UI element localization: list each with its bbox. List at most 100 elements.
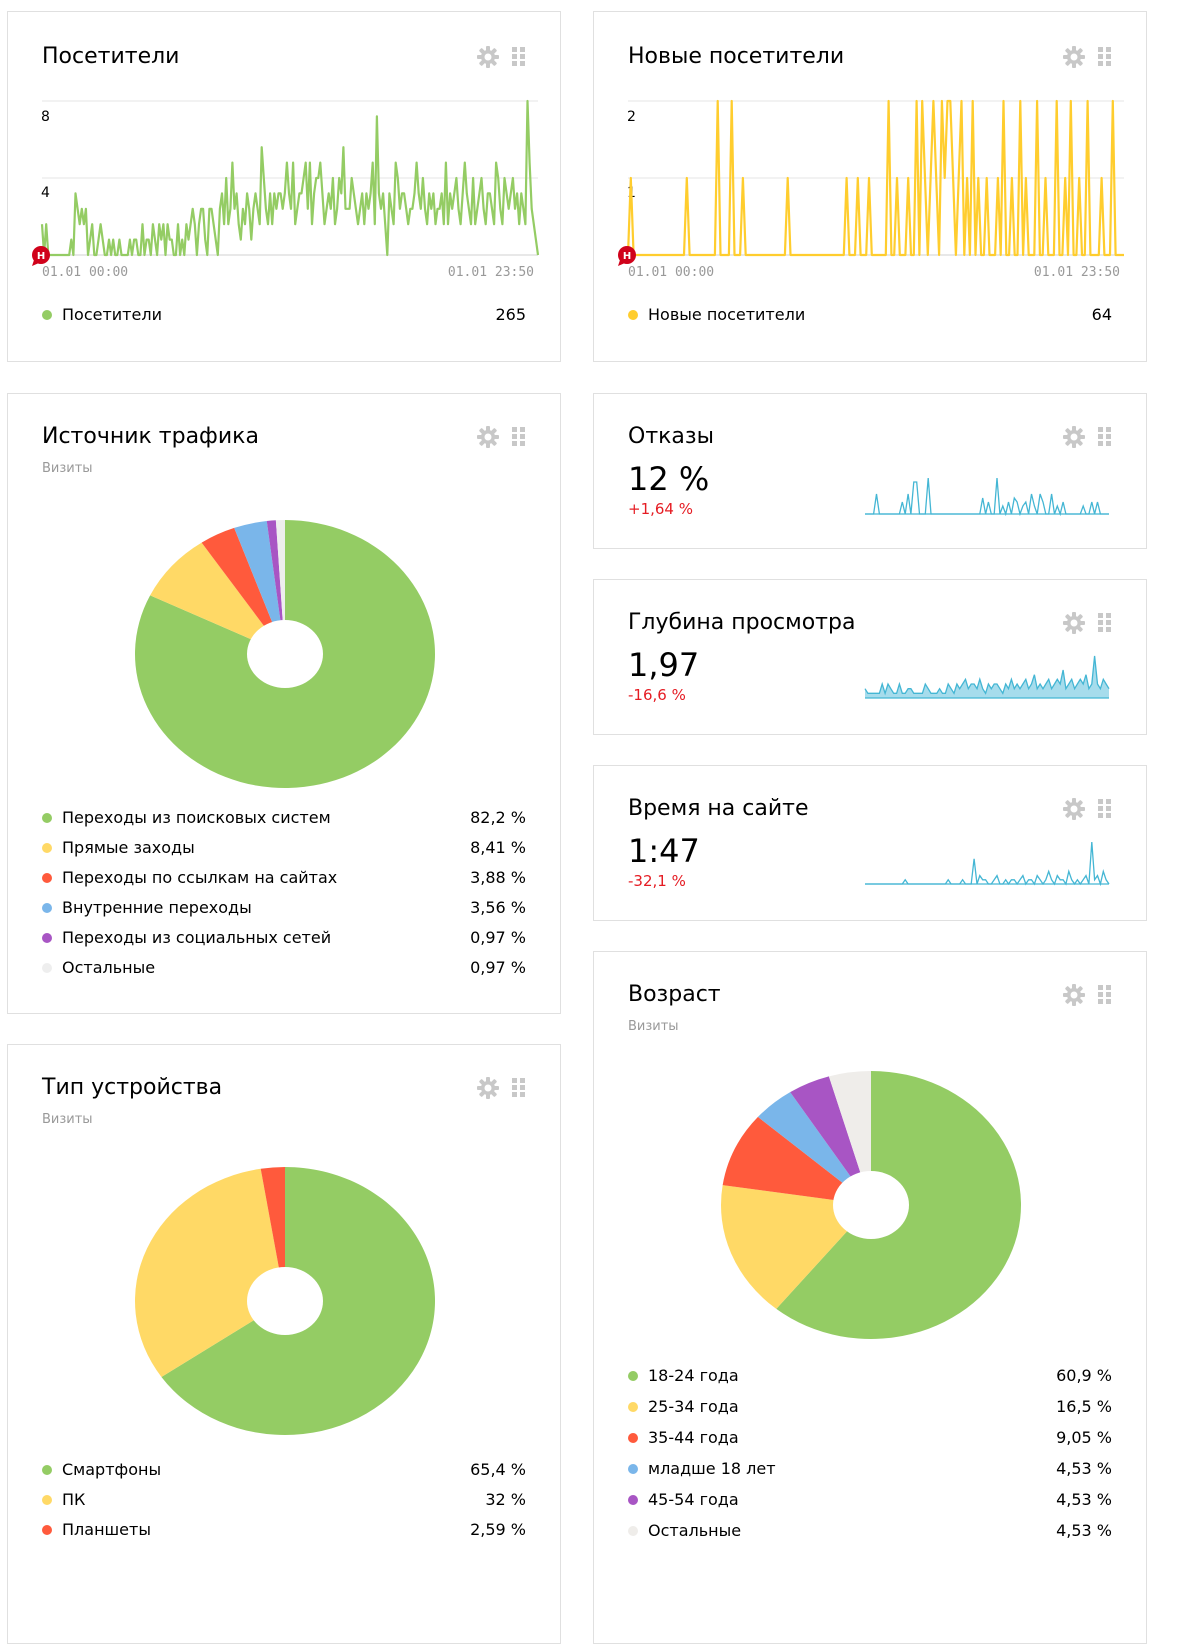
legend-label: младше 18 лет [648,1459,776,1478]
legend-label: 25-34 года [648,1397,739,1416]
widget-subtitle: Визиты [628,1019,679,1034]
legend-item[interactable]: Прямые заходы 8,41 % [42,837,526,859]
legend-dot-icon [628,1402,638,1412]
x-axis-end-label: 01.01 23:50 [448,265,534,280]
legend-dot-icon [628,1495,638,1505]
drag-handle-icon[interactable] [1098,613,1112,633]
legend-total: 265 [495,305,526,324]
legend-dot-icon [42,933,52,943]
metric-delta: -32,1 % [628,872,686,890]
drag-handle-icon[interactable] [1098,47,1112,67]
legend-item[interactable]: 45-54 года 4,53 % [628,1489,1112,1511]
widget-title: Тип устройства [42,1075,223,1100]
legend-item[interactable]: Посетители 265 [42,304,526,326]
metric-delta: -16,6 % [628,686,686,704]
gear-icon[interactable] [1062,45,1086,69]
holiday-marker-icon[interactable]: Н [618,246,636,266]
gear-icon[interactable] [1062,611,1086,635]
legend-value: 60,9 % [1056,1366,1112,1385]
sparkline-line [865,841,1110,886]
legend-item[interactable]: Переходы из социальных сетей 0,97 % [42,927,526,949]
legend-value: 32 % [485,1490,526,1509]
widget-title: Время на сайте [628,796,809,821]
x-axis-end-label: 01.01 23:50 [1034,265,1120,280]
gear-icon[interactable] [1062,425,1086,449]
legend-label: 45-54 года [648,1490,739,1509]
gear-icon[interactable] [1062,983,1086,1007]
widget-title: Новые посетители [628,44,845,69]
drag-handle-icon[interactable] [512,427,526,447]
pie-center-hole [833,1171,909,1239]
legend-item[interactable]: ПК 32 % [42,1489,526,1511]
y-tick-label: 8 [41,109,50,125]
widget-controls [476,425,526,449]
legend-item[interactable]: 18-24 года 60,9 % [628,1365,1112,1387]
legend-dot-icon [42,1495,52,1505]
new-visitors-widget: Новые посетители 2 1 01.01 00:00 01.01 2… [593,11,1147,362]
legend-label: Посетители [62,305,162,324]
gear-icon[interactable] [1062,797,1086,821]
widget-controls [1062,45,1112,69]
legend-value: 4,53 % [1056,1459,1112,1478]
x-axis-start-label: 01.01 00:00 [628,265,714,280]
drag-handle-icon[interactable] [1098,799,1112,819]
drag-handle-icon[interactable] [1098,985,1112,1005]
widget-controls [1062,983,1112,1007]
age-pie-chart [721,1071,1021,1339]
widget-controls [1062,425,1112,449]
legend-item[interactable]: 35-44 года 9,05 % [628,1427,1112,1449]
drag-handle-icon[interactable] [1098,427,1112,447]
gear-icon[interactable] [476,1076,500,1100]
age-widget: Возраст Визиты 18-24 года 60,9 % 25-34 год… [593,951,1147,1644]
legend-item[interactable]: Переходы из поисковых систем 82,2 % [42,807,526,829]
legend-dot-icon [42,963,52,973]
legend-dot-icon [42,310,52,320]
legend-label: Новые посетители [648,305,806,324]
legend-value: 3,56 % [470,898,526,917]
legend-dot-icon [42,843,52,853]
legend-item[interactable]: Внутренние переходы 3,56 % [42,897,526,919]
legend-item[interactable]: Планшеты 2,59 % [42,1519,526,1541]
legend-value: 82,2 % [470,808,526,827]
legend-dot-icon [628,1433,638,1443]
legend-dot-icon [628,1526,638,1536]
legend-item[interactable]: Остальные 0,97 % [42,957,526,979]
bounce-sparkline [865,477,1109,516]
gear-icon[interactable] [476,425,500,449]
gear-icon[interactable] [476,45,500,69]
widget-title: Отказы [628,424,714,449]
widget-controls [476,1076,526,1100]
legend-item[interactable]: Переходы по ссылкам на сайтах 3,88 % [42,867,526,889]
legend-label: 35-44 года [648,1428,739,1447]
bounce-widget: Отказы 12 % +1,64 % [593,393,1147,549]
legend-item[interactable]: Новые посетители 64 [628,304,1112,326]
drag-handle-icon[interactable] [512,1078,526,1098]
legend-dot-icon [42,903,52,913]
legend-label: Внутренние переходы [62,898,252,917]
legend-item[interactable]: Остальные 4,53 % [628,1520,1112,1542]
visitors-widget: Посетители 8 4 01.01 00:00 01.01 23:50 Н… [7,11,561,362]
legend-item[interactable]: младше 18 лет 4,53 % [628,1458,1112,1480]
widget-title: Источник трафика [42,424,259,449]
metric-delta: +1,64 % [628,500,693,518]
widget-title: Посетители [42,44,180,69]
legend-dot-icon [42,1465,52,1475]
legend-dot-icon [42,813,52,823]
svg-text:Н: Н [623,251,631,262]
legend-total: 64 [1091,305,1112,324]
legend-value: 4,53 % [1056,1521,1112,1540]
device-type-widget: Тип устройства Визиты Смартфоны 65,4 % ПК 3… [7,1044,561,1644]
legend-dot-icon [628,310,638,320]
svg-text:Н: Н [37,251,45,262]
legend-dot-icon [628,1371,638,1381]
legend-item[interactable]: 25-34 года 16,5 % [628,1396,1112,1418]
legend-dot-icon [628,1464,638,1474]
drag-handle-icon[interactable] [512,47,526,67]
legend-item[interactable]: Смартфоны 65,4 % [42,1459,526,1481]
holiday-marker-icon[interactable]: Н [32,246,50,266]
legend-value: 0,97 % [470,958,526,977]
legend-value: 16,5 % [1056,1397,1112,1416]
depth-sparkline [864,655,1110,699]
metric-value: 1:47 [628,832,700,870]
pie-center-hole [247,1267,323,1335]
